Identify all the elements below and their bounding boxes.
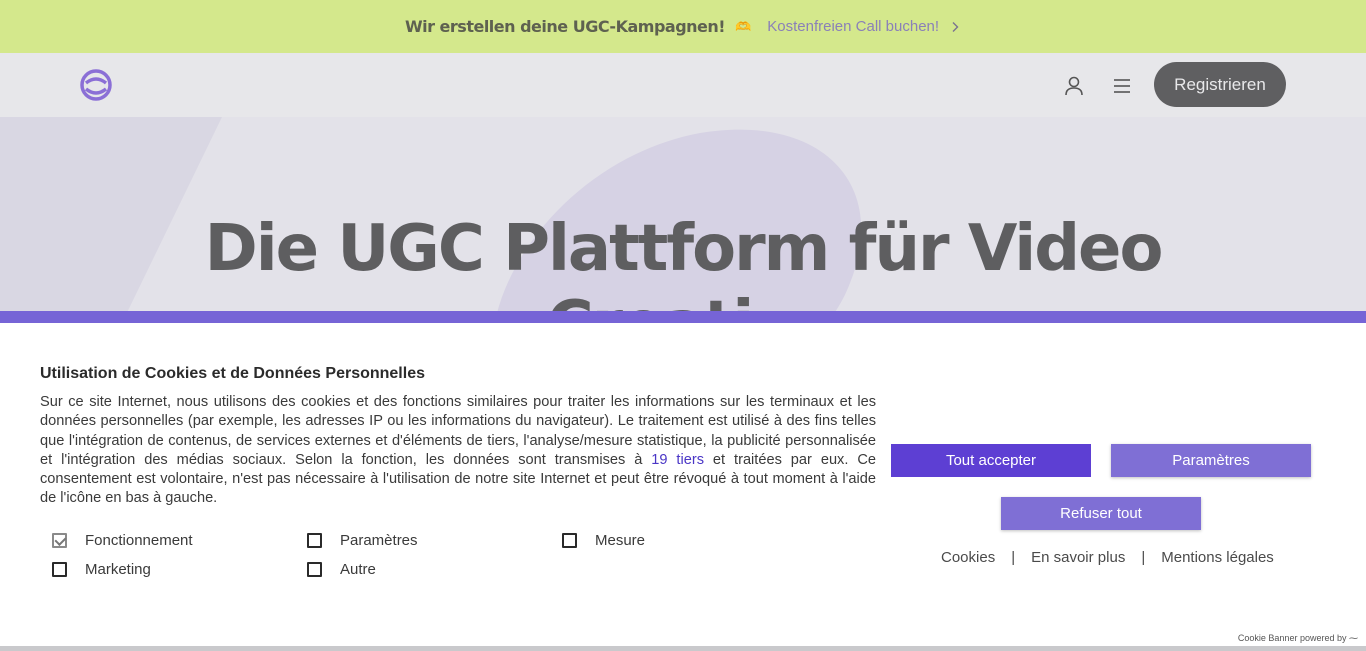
option-settings[interactable]: Paramètres xyxy=(307,532,418,549)
cookie-title: Utilisation de Cookies et de Données Per… xyxy=(40,365,425,382)
learn-more-link[interactable]: En savoir plus xyxy=(1031,549,1125,566)
promo-bar: Wir erstellen deine UGC-Kampagnen! 🫶 Kos… xyxy=(0,0,1366,53)
functional-checkbox xyxy=(52,533,67,548)
user-icon[interactable] xyxy=(1063,75,1085,97)
link-separator: | xyxy=(1141,549,1146,566)
heart-hands-icon: 🫶 xyxy=(735,18,752,34)
marketing-checkbox[interactable] xyxy=(52,562,67,577)
cookie-banner-accent xyxy=(0,311,1366,323)
option-functional-label: Fonctionnement xyxy=(85,532,193,549)
option-marketing[interactable]: Marketing xyxy=(52,561,151,578)
cookie-banner-bottom-border xyxy=(0,646,1366,651)
chevron-right-icon xyxy=(952,21,959,32)
promo-link-label: Kostenfreien Call buchen! xyxy=(767,18,940,35)
option-settings-label: Paramètres xyxy=(340,532,418,549)
third-parties-link[interactable]: 19 tiers xyxy=(651,452,704,468)
hero-section: Registrieren Die UGC Plattform für Video… xyxy=(0,53,1366,315)
register-button[interactable]: Registrieren xyxy=(1154,62,1286,107)
option-marketing-label: Marketing xyxy=(85,561,151,578)
logo-icon[interactable] xyxy=(80,69,112,101)
brand-mark-icon: ⁓ xyxy=(1349,633,1358,643)
option-functional: Fonctionnement xyxy=(52,532,193,549)
link-separator: | xyxy=(1011,549,1016,566)
refuse-all-button[interactable]: Refuser tout xyxy=(1001,497,1201,530)
accept-all-button[interactable]: Tout accepter xyxy=(891,444,1091,477)
option-other-label: Autre xyxy=(340,561,376,578)
other-checkbox[interactable] xyxy=(307,562,322,577)
legal-notice-link[interactable]: Mentions légales xyxy=(1161,549,1274,566)
cookie-links: Cookies | En savoir plus | Mentions léga… xyxy=(941,549,1274,566)
powered-by-label: Cookie Banner powered by xyxy=(1237,633,1347,643)
cookies-link[interactable]: Cookies xyxy=(941,549,995,566)
menu-icon[interactable] xyxy=(1111,75,1133,97)
measure-checkbox[interactable] xyxy=(562,533,577,548)
promo-title: Wir erstellen deine UGC-Kampagnen! xyxy=(404,17,726,36)
promo-call-link[interactable]: Kostenfreien Call buchen! xyxy=(767,18,961,35)
option-measure-label: Mesure xyxy=(595,532,646,549)
cookie-settings-button[interactable]: Paramètres xyxy=(1111,444,1311,477)
option-other[interactable]: Autre xyxy=(307,561,376,578)
hero-title-line1: Die UGC Plattform für Video xyxy=(204,212,1164,286)
option-measure[interactable]: Mesure xyxy=(562,532,645,549)
settings-checkbox[interactable] xyxy=(307,533,322,548)
powered-by[interactable]: Cookie Banner powered by ⁓ xyxy=(1238,633,1358,644)
cookie-description: Sur ce site Internet, nous utilisons des… xyxy=(40,393,876,509)
cookie-banner: Utilisation de Cookies et de Données Per… xyxy=(0,311,1366,651)
